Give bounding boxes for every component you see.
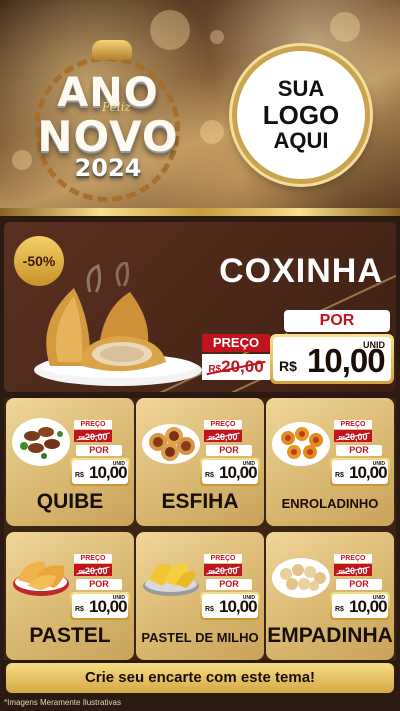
price-amount: 10,00 (219, 597, 258, 616)
price-currency: R$ (205, 472, 214, 479)
old-price-tag: PREÇO R$20,00 (334, 420, 372, 442)
old-price-tag: PREÇO R$20,00 (334, 554, 372, 576)
hero-product-name: COXINHA (219, 252, 383, 290)
price-currency: R$ (335, 472, 344, 479)
old-price-label: PREÇO (74, 420, 112, 429)
price-currency: R$ (75, 606, 84, 613)
product-name: QUIBE (36, 490, 104, 513)
logo-line2: LOGO (262, 99, 340, 130)
price-amount: 10,00 (89, 463, 128, 482)
pastel-image (13, 561, 69, 596)
old-price-value: R$20,00 (74, 564, 112, 576)
esfiha-image (142, 424, 200, 464)
old-price-value: R$20,00 (74, 430, 112, 442)
product-name: EMPADINHA (267, 624, 393, 647)
product-card-enroladinho: PREÇO R$20,00 POR UNID R$ 10,00 ENROLADI… (266, 398, 394, 526)
new-price-tag: UNID R$ 10,00 (200, 458, 260, 486)
create-flyer-button[interactable]: Crie seu encarte com este tema! (6, 663, 394, 693)
new-price-tag: UNID R$ 10,00 (330, 592, 390, 620)
product-name: PASTEL (29, 624, 111, 647)
hero-old-price: PREÇO R$20,00 (202, 334, 270, 382)
empadinha-image (272, 558, 330, 598)
new-price-tag: UNID R$ 10,00 (200, 592, 260, 620)
logo-line3: AQUI (273, 128, 329, 154)
old-price-tag: PREÇO R$20,00 (74, 554, 112, 576)
old-price-label: PREÇO (334, 554, 372, 563)
quibe-image (12, 418, 70, 466)
product-grid: PREÇO R$20,00 POR UNID R$ 10,00 QUIBE PR… (4, 398, 396, 660)
logo-placeholder: SUA LOGO AQUI (232, 46, 370, 184)
old-price-tag: PREÇO R$20,00 (74, 420, 112, 442)
product-card-quibe: PREÇO R$20,00 POR UNID R$ 10,00 QUIBE (6, 398, 134, 526)
old-price-value: R$20,00 (334, 564, 372, 576)
old-price-label: PREÇO (334, 420, 372, 429)
price-amount: 10,00 (89, 597, 128, 616)
new-year-emblem: ANO Feliz NOVO 2024 (28, 40, 188, 202)
new-price-currency: R$ (279, 358, 297, 374)
product-name: ENROLADINHO (281, 496, 379, 511)
bokeh-light (330, 12, 360, 42)
coxinha-image (34, 262, 202, 386)
price-currency: R$ (205, 606, 214, 613)
bokeh-light (210, 30, 224, 44)
price-amount: 10,00 (219, 463, 258, 482)
new-year-year: 2024 (74, 154, 142, 182)
old-price-value: R$20,00 (202, 354, 270, 380)
product-card-esfiha: PREÇO R$20,00 POR UNID R$ 10,00 ESFIHA (136, 398, 264, 526)
new-price-tag: UNID R$ 10,00 (330, 458, 390, 486)
old-price-label: PREÇO (204, 554, 242, 563)
product-name: ESFIHA (161, 490, 239, 513)
hero-new-price: UNID R$ 10,00 (270, 334, 394, 384)
product-name: PASTEL DE MILHO (141, 630, 259, 645)
por-label: POR (76, 445, 122, 456)
logo-line1: SUA (277, 75, 325, 101)
por-label: POR (206, 445, 252, 456)
old-price-tag: PREÇO R$20,00 (204, 420, 242, 442)
new-price-tag: UNID R$ 10,00 (70, 592, 130, 620)
old-price-label: PREÇO (204, 420, 242, 429)
hero-por-label: POR (284, 310, 390, 332)
por-label: POR (206, 579, 252, 590)
hero-offer: -50% COXINHA POR PREÇO R$20,00 ♥ UNID R$… (4, 222, 396, 392)
old-price-tag: PREÇO R$20,00 (204, 554, 242, 576)
enroladinho-image (272, 422, 330, 466)
gold-bow-icon (92, 40, 132, 60)
old-price-value: R$20,00 (204, 564, 242, 576)
header-banner: ANO Feliz NOVO 2024 SUA LOGO AQUI (0, 0, 400, 212)
price-amount: 10,00 (349, 597, 388, 616)
product-card-pastel-de-milho: PREÇO R$20,00 POR UNID R$ 10,00 PASTEL D… (136, 532, 264, 660)
old-price-label: PREÇO (74, 554, 112, 563)
product-card-empadinha: PREÇO R$20,00 POR UNID R$ 10,00 EMPADINH… (266, 532, 394, 660)
old-price-value: R$20,00 (204, 430, 242, 442)
gold-divider (0, 208, 400, 216)
price-currency: R$ (75, 472, 84, 479)
bokeh-light (200, 120, 224, 144)
pastel-de-milho-image (143, 563, 199, 596)
new-price-amount: 10,00 (307, 342, 386, 379)
por-label: POR (336, 579, 382, 590)
por-label: POR (76, 579, 122, 590)
price-amount: 10,00 (349, 463, 388, 482)
new-price-tag: UNID R$ 10,00 (70, 458, 130, 486)
disclaimer-text: *Imagens Meramente Ilustrativas (4, 698, 121, 707)
product-card-pastel: PREÇO R$20,00 POR UNID R$ 10,00 PASTEL (6, 532, 134, 660)
price-currency: R$ (335, 606, 344, 613)
old-price-label: PREÇO (202, 334, 270, 352)
old-price-value: R$20,00 (334, 430, 372, 442)
por-label: POR (336, 445, 382, 456)
